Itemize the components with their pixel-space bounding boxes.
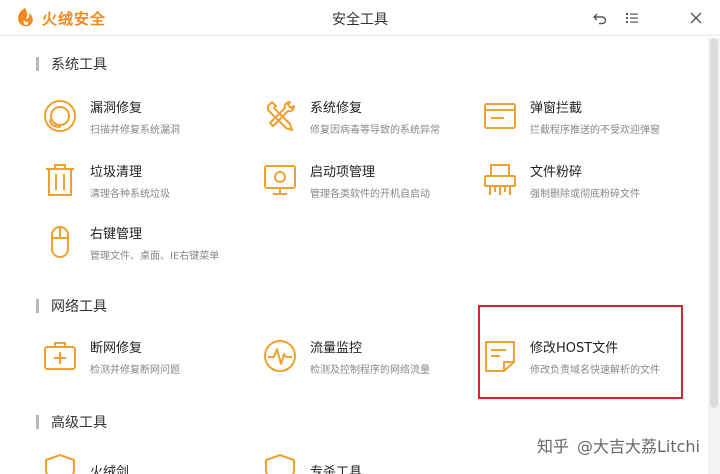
- section-network-tools: 网络工具: [36, 296, 107, 316]
- section-system-tools: 系统工具: [36, 54, 107, 74]
- tool-vulnerability-fix[interactable]: 漏洞修复 扫描并修复系统漏洞: [42, 94, 252, 138]
- watermark-author: @大吉大荔Litchi: [576, 437, 700, 456]
- tool-description: 扫描并修复系统漏洞: [90, 124, 180, 136]
- popup-block-icon: [482, 96, 518, 136]
- file-shredder-icon: [482, 160, 518, 200]
- tool-name: 漏洞修复: [90, 100, 143, 116]
- tool-description: 拦截程序推送的不受欢迎弹窗: [530, 124, 660, 136]
- close-icon: [690, 12, 702, 24]
- scrollbar-thumb[interactable]: [710, 38, 718, 408]
- tool-name: 垃圾清理: [90, 164, 143, 180]
- tool-traffic-monitor[interactable]: 流量监控 检测及控制程序的网络流量: [262, 334, 472, 378]
- tool-description: 检测及控制程序的网络流量: [310, 364, 430, 376]
- trash-clean-icon: [42, 160, 78, 200]
- close-button[interactable]: [686, 8, 706, 28]
- tool-description: 清理各种系统垃圾: [90, 188, 170, 200]
- section-title: 网络工具: [51, 299, 107, 315]
- tool-description: 管理文件、桌面、IE右键菜单: [90, 250, 220, 262]
- tool-name: 专杀工具: [310, 464, 363, 474]
- section-marker: [36, 57, 39, 71]
- tool-description: 管理各类软件的开机自启动: [310, 188, 430, 200]
- tool-network-repair[interactable]: 断网修复 检测并修复断网问题: [42, 334, 252, 378]
- shield-sword-icon: [42, 450, 78, 474]
- tool-system-repair[interactable]: 系统修复 修复因病毒等导致的系统异常: [262, 94, 472, 138]
- tool-name: 右键管理: [90, 226, 143, 242]
- tool-file-shredder[interactable]: 文件粉碎 强制删除或彻底粉碎文件: [482, 158, 692, 202]
- section-title: 系统工具: [51, 57, 107, 73]
- tool-name: 流量监控: [310, 340, 363, 356]
- special-kill-icon: [262, 450, 298, 474]
- tool-name: 启动项管理: [310, 164, 376, 180]
- tool-name: 火绒剑: [90, 464, 130, 474]
- tool-description: 检测并修复断网问题: [90, 364, 180, 376]
- tool-right-click-manager[interactable]: 右键管理 管理文件、桌面、IE右键菜单: [42, 220, 252, 264]
- tool-name: 系统修复: [310, 100, 363, 116]
- section-advanced-tools: 高级工具: [36, 412, 107, 432]
- vulnerability-fix-icon: [42, 96, 78, 136]
- back-button[interactable]: [590, 8, 610, 28]
- tool-trash-clean[interactable]: 垃圾清理 清理各种系统垃圾: [42, 158, 252, 202]
- menu-button[interactable]: [622, 8, 642, 28]
- tool-popup-block[interactable]: 弹窗拦截 拦截程序推送的不受欢迎弹窗: [482, 94, 692, 138]
- tool-startup-manager[interactable]: 启动项管理 管理各类软件的开机自启动: [262, 158, 472, 202]
- back-arrow-icon: [593, 13, 607, 25]
- window-title: 安全工具: [332, 12, 388, 28]
- section-marker: [36, 299, 39, 313]
- right-click-mouse-icon: [42, 222, 78, 262]
- tool-name: 文件粉碎: [530, 164, 583, 180]
- section-marker: [36, 415, 39, 429]
- tool-name: 断网修复: [90, 340, 143, 356]
- section-title: 高级工具: [51, 415, 107, 431]
- watermark: 知乎 @大吉大荔Litchi: [537, 433, 700, 457]
- tool-special-kill[interactable]: 专杀工具: [262, 448, 472, 474]
- title-bar: 火绒安全 安全工具: [0, 0, 720, 36]
- menu-icon: [626, 13, 638, 23]
- tool-description: 修复因病毒等导致的系统异常: [310, 124, 440, 136]
- tool-description: 强制删除或彻底粉碎文件: [530, 188, 640, 200]
- highlight-box: [478, 305, 683, 399]
- network-repair-icon: [42, 336, 78, 376]
- system-repair-icon: [262, 96, 298, 136]
- traffic-monitor-icon: [262, 336, 298, 376]
- tool-name: 弹窗拦截: [530, 100, 583, 116]
- tool-huorong-sword[interactable]: 火绒剑: [42, 448, 252, 474]
- watermark-site: 知乎: [536, 437, 569, 456]
- startup-manager-icon: [262, 160, 298, 200]
